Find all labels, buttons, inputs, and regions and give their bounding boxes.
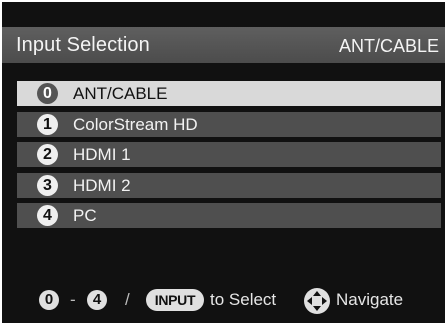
- select-hint-text: to Select: [210, 290, 277, 309]
- range-end-badge: 4: [87, 290, 107, 310]
- input-item-pc[interactable]: 4 PC: [17, 203, 441, 228]
- input-item-label: HDMI 2: [73, 175, 131, 195]
- navigate-hint-text: Navigate: [336, 290, 404, 309]
- input-item-hdmi-2[interactable]: 3 HDMI 2: [17, 172, 441, 198]
- input-number-badge: 0: [37, 83, 58, 104]
- footer-hint-bar: 0 - 4 / INPUT to Select Navigate: [2, 286, 445, 316]
- panel-header: Input Selection ANT/CABLE: [2, 27, 445, 63]
- input-number-badge: 2: [37, 144, 58, 165]
- input-key-badge: INPUT: [146, 289, 204, 311]
- current-input-label: ANT/CABLE: [338, 36, 439, 56]
- input-number-badge: 1: [37, 113, 58, 135]
- range-dash: -: [70, 290, 76, 309]
- input-item-label: HDMI 1: [73, 145, 131, 164]
- panel-title: Input Selection: [16, 34, 150, 56]
- input-item-hdmi-1[interactable]: 2 HDMI 1: [17, 142, 441, 167]
- input-number-badge: 4: [37, 205, 58, 226]
- input-item-label: ColorStream HD: [73, 114, 198, 134]
- dpad-icon: [304, 288, 330, 314]
- input-item-ant-cable[interactable]: 0 ANT/CABLE: [17, 81, 441, 106]
- tv-screen: Input Selection ANT/CABLE 0 ANT/CABLE 1 …: [0, 0, 447, 325]
- input-item-colorstream-hd[interactable]: 1 ColorStream HD: [17, 111, 441, 137]
- hint-separator: /: [125, 290, 130, 309]
- input-item-label: ANT/CABLE: [73, 84, 168, 103]
- input-number-badge: 3: [37, 174, 58, 196]
- input-item-label: PC: [73, 206, 97, 225]
- range-start-badge: 0: [39, 290, 59, 310]
- input-list: 0 ANT/CABLE 1 ColorStream HD 2 HDMI 1 3 …: [17, 81, 441, 234]
